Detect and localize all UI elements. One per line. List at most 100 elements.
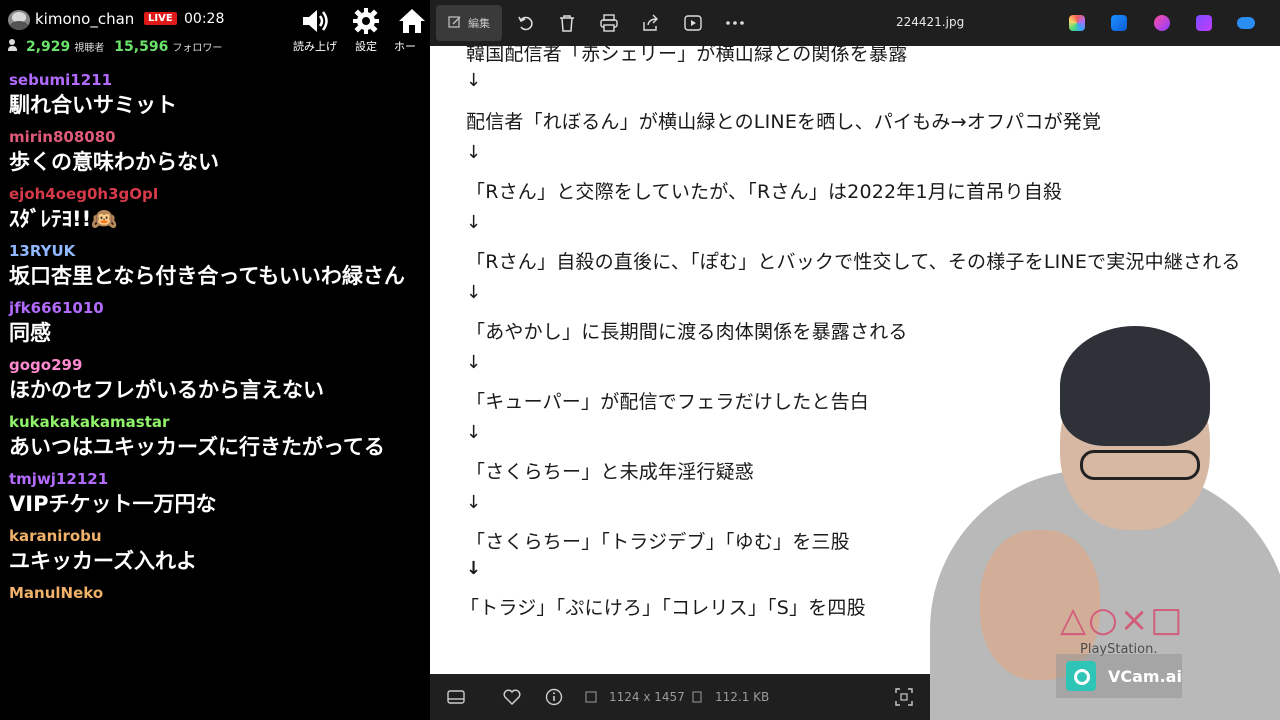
edit-icon bbox=[448, 15, 462, 32]
chat-username[interactable]: mirin808080 bbox=[9, 127, 419, 147]
chat-message: tmjwj12121 VIPチケット一万円な bbox=[9, 469, 419, 520]
chat-text: ユキッカーズ入れよ bbox=[9, 549, 197, 573]
chat-message: 13RYUK 坂口杏里となら付き合ってもいいわ緑さん bbox=[9, 241, 419, 292]
chat-message: sebumi1211 馴れ合いサミット bbox=[9, 70, 419, 121]
chat-message: gogo299 ほかのセフレがいるから言えない bbox=[9, 355, 419, 406]
onedrive-icon[interactable] bbox=[1237, 17, 1255, 29]
clipchamp-icon[interactable] bbox=[1154, 15, 1170, 31]
info-icon bbox=[545, 688, 563, 706]
settings-button[interactable]: 設定 bbox=[348, 6, 384, 54]
chat-message: jfk6661010 同感 bbox=[9, 298, 419, 349]
chat-username[interactable]: gogo299 bbox=[9, 355, 419, 375]
doc-line: 「さくらちー」「トラジデブ」「ゆむ」を三股 bbox=[466, 531, 850, 553]
stream-stats: 2,929 視聴者 15,596 フォロワー bbox=[8, 38, 232, 56]
vcam-label: VCam.ai bbox=[1108, 666, 1182, 686]
chat-username[interactable]: 13RYUK bbox=[9, 241, 419, 261]
chat-message: ejoh4oeg0h3gOpI ｽﾀﾞﾚﾃﾖ!!🙉 bbox=[9, 184, 419, 235]
chat-text: 馴れ合いサミット bbox=[9, 93, 177, 117]
chat-username[interactable]: sebumi1211 bbox=[9, 70, 419, 90]
doc-arrow: ↓ bbox=[466, 142, 482, 163]
chat-username[interactable]: jfk6661010 bbox=[9, 298, 419, 318]
doc-arrow: ↓ bbox=[466, 558, 482, 579]
live-badge: LIVE bbox=[144, 12, 177, 25]
copilot-icon[interactable] bbox=[1069, 15, 1085, 31]
channel-name[interactable]: kimono_chan bbox=[35, 10, 134, 28]
share-button[interactable] bbox=[641, 13, 661, 33]
read-aloud-label: 読み上げ bbox=[293, 40, 337, 53]
viewer-toolbar: 編集 224421.jpg bbox=[430, 0, 1280, 46]
screen: kimono_chan LIVE 00:28 2,929 視聴者 15,596 … bbox=[0, 0, 1280, 720]
dimensions-icon bbox=[584, 687, 598, 707]
chat-username[interactable]: ManulNeko bbox=[9, 583, 419, 603]
doc-arrow: ↓ bbox=[466, 422, 482, 443]
chat-text: VIPチケット一万円な bbox=[9, 492, 217, 516]
more-icon bbox=[726, 21, 744, 25]
home-button[interactable]: ホー bbox=[394, 6, 430, 54]
chat-message: ManulNeko bbox=[9, 583, 419, 603]
chat-message-list[interactable]: sebumi1211 馴れ合いサミット mirin808080 歩くの意味わから… bbox=[0, 70, 430, 609]
chat-text: ほかのセフレがいるから言えない bbox=[9, 378, 324, 402]
followers-count: 15,596 bbox=[114, 39, 169, 55]
filmstrip-button[interactable] bbox=[446, 687, 466, 707]
chat-panel: kimono_chan LIVE 00:28 2,929 視聴者 15,596 … bbox=[0, 0, 430, 720]
doc-arrow: ↓ bbox=[466, 70, 482, 91]
trash-icon bbox=[560, 15, 574, 32]
print-button[interactable] bbox=[599, 13, 619, 33]
chat-text: 同感 bbox=[9, 321, 51, 345]
chat-text: ｽﾀﾞﾚﾃﾖ!!🙉 bbox=[9, 207, 118, 231]
fit-to-window-button[interactable] bbox=[894, 687, 914, 707]
channel-avatar[interactable] bbox=[8, 10, 30, 30]
doc-line: 「Rさん」と交際をしていたが、「Rさん」は2022年1月に首吊り自殺 bbox=[466, 181, 1063, 203]
file-size: 112.1 KB bbox=[715, 690, 770, 704]
image-canvas[interactable]: 韓国配信者「赤シェリー」が横山緑との関係を暴露 ↓ 配信者「れぼるん」が横山緑と… bbox=[430, 46, 1280, 674]
rotate-icon bbox=[518, 16, 533, 31]
doc-arrow: ↓ bbox=[466, 212, 482, 233]
gear-icon bbox=[348, 6, 384, 36]
doc-arrow: ↓ bbox=[466, 352, 482, 373]
heart-icon bbox=[503, 689, 521, 705]
doc-line: 「さくらちー」と未成年淫行疑惑 bbox=[466, 461, 755, 483]
settings-label: 設定 bbox=[355, 40, 377, 53]
edit-button[interactable]: 編集 bbox=[436, 5, 502, 41]
read-aloud-button[interactable]: 読み上げ bbox=[290, 6, 340, 54]
viewers-icon bbox=[8, 39, 22, 52]
doc-line: 「トラジ」「ぷにけろ」「コレリス」「S」を四股 bbox=[460, 597, 866, 619]
designer-icon[interactable] bbox=[1111, 15, 1127, 31]
chat-text: あいつはユキッカーズに行きたがってる bbox=[9, 435, 385, 459]
delete-button[interactable] bbox=[557, 13, 577, 33]
doc-arrow: ↓ bbox=[466, 282, 482, 303]
chat-username[interactable]: ejoh4oeg0h3gOpI bbox=[9, 184, 419, 204]
slideshow-button[interactable] bbox=[683, 13, 703, 33]
photo-viewer-window: 編集 224421.jpg 韓国配信者「赤シェリー」が横山緑との関係を暴露 ↓ … bbox=[430, 0, 1280, 720]
home-label: ホー bbox=[394, 40, 416, 53]
chat-username[interactable]: karanirobu bbox=[9, 526, 419, 546]
chat-text: 坂口杏里となら付き合ってもいいわ緑さん bbox=[9, 264, 405, 288]
chat-message: kukakakakamastar あいつはユキッカーズに行きたがってる bbox=[9, 412, 419, 463]
more-button[interactable] bbox=[725, 13, 745, 33]
chat-username[interactable]: kukakakakamastar bbox=[9, 412, 419, 432]
rotate-button[interactable] bbox=[516, 13, 536, 33]
file-name: 224421.jpg bbox=[896, 15, 965, 29]
favorite-button[interactable] bbox=[502, 687, 522, 707]
speaker-icon bbox=[290, 6, 340, 36]
doc-line: 「キューパー」が配信でフェラだけしたと告白 bbox=[466, 391, 870, 413]
info-button[interactable] bbox=[544, 687, 564, 707]
followers-label: フォロワー bbox=[172, 43, 223, 54]
doc-line: 配信者「れぼるん」が横山緑とのLINEを晒し、パイもみ→オフパコが発覚 bbox=[466, 111, 1102, 133]
printer-icon bbox=[600, 14, 618, 32]
chat-header: kimono_chan LIVE 00:28 2,929 視聴者 15,596 … bbox=[0, 0, 430, 62]
chat-message: mirin808080 歩くの意味わからない bbox=[9, 127, 419, 178]
image-dimensions: 1124 x 1457 bbox=[609, 690, 685, 704]
viewers-count: 2,929 bbox=[26, 39, 71, 55]
viewers-label: 視聴者 bbox=[74, 43, 105, 54]
edit-label: 編集 bbox=[468, 17, 490, 30]
doc-line: 「あやかし」に長期間に渡る肉体関係を暴露される bbox=[466, 321, 908, 343]
doc-line: 韓国配信者「赤シェリー」が横山緑との関係を暴露 bbox=[466, 46, 908, 65]
doc-arrow: ↓ bbox=[466, 492, 482, 513]
doc-line: 「Rさん」自殺の直後に、「ぽむ」とバックで性交して、その様子をLINEで実況中継… bbox=[466, 251, 1241, 273]
fit-screen-icon bbox=[895, 688, 913, 706]
chat-username[interactable]: tmjwj12121 bbox=[9, 469, 419, 489]
chat-text: 歩くの意味わからない bbox=[9, 150, 219, 174]
photos-app-icon[interactable] bbox=[1196, 15, 1212, 31]
stream-elapsed-time: 00:28 bbox=[184, 11, 225, 27]
